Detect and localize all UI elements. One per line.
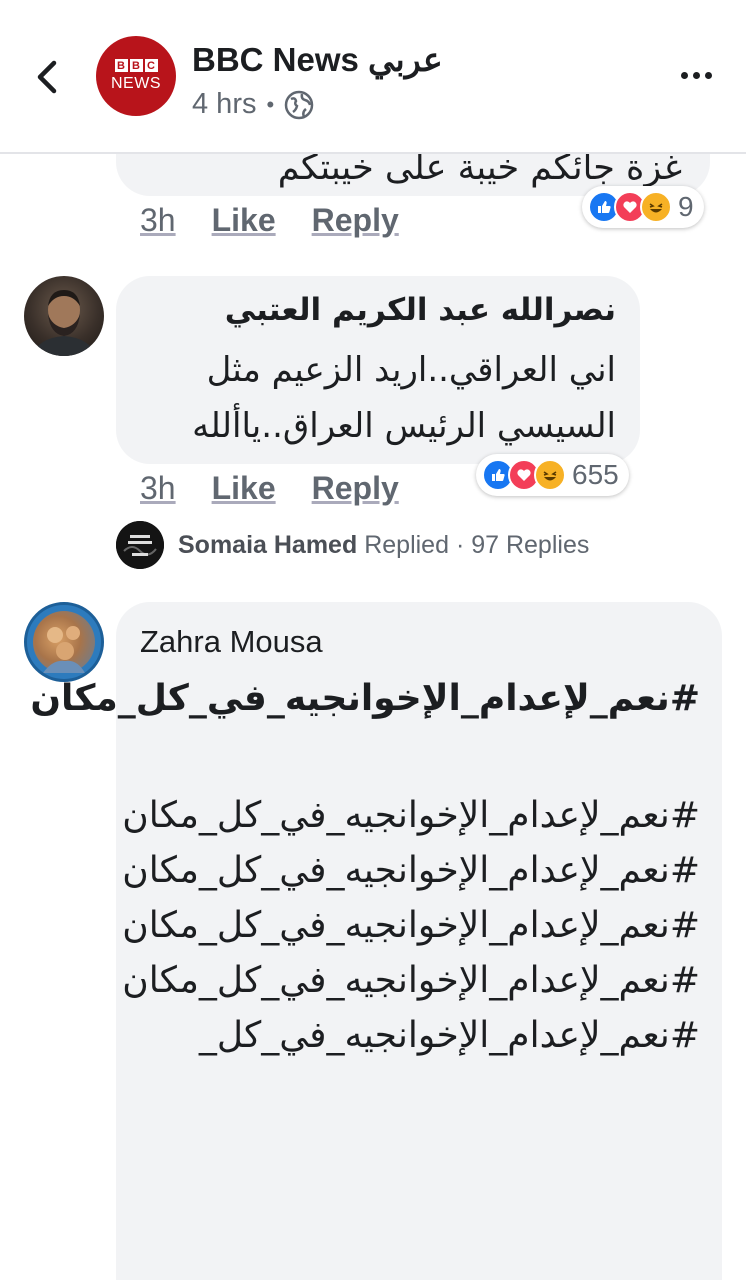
profile-photo (33, 611, 95, 673)
comment-bubble: نصرالله عبد الكريم العتبي اني العراقي..ا… (116, 276, 640, 464)
like-button[interactable]: Like (212, 202, 276, 239)
chevron-left-icon (37, 60, 57, 94)
comment-hashtag-bold[interactable]: #نعم_لإعدام_الإخوانجيه_في_كل_مكان (30, 670, 700, 728)
more-options-button[interactable] (676, 60, 716, 90)
haha-reaction-icon (534, 459, 566, 491)
more-dot-icon (692, 71, 700, 79)
replier-name: Somaia Hamed (178, 530, 358, 559)
more-dot-icon (704, 71, 712, 79)
comment-text: #نعم_لإعدام_الإخوانجيه_في_كل_مكان #نعم_ل… (122, 795, 700, 1056)
replier-photo-icon (116, 521, 164, 569)
comment-text: اني العراقي..اريد الزعيم مثل السيسي الرئ… (192, 350, 616, 446)
replier-avatar (116, 521, 164, 569)
replied-label: Replied (364, 530, 449, 559)
children-photo-icon (43, 626, 85, 673)
bbc-logo: BBC (114, 59, 158, 72)
more-dot-icon (680, 71, 688, 79)
page-title[interactable]: BBC News عربي (192, 40, 443, 79)
replies-count: 97 Replies (471, 530, 590, 559)
comment-text: غزة جائكم خيبة على خيبتكم (277, 148, 682, 188)
avatar-news-text: NEWS (111, 75, 161, 92)
comment-author[interactable]: نصرالله عبد الكريم العتبي (225, 292, 616, 328)
post-time[interactable]: 4 hrs (192, 88, 256, 121)
replies-separator: · (455, 530, 472, 559)
like-button[interactable]: Like (212, 470, 276, 507)
comment-actions: 3h Like Reply (140, 470, 399, 507)
comment-author[interactable]: Zahra Mousa (140, 624, 323, 660)
post-meta: 4 hrs • (192, 88, 314, 121)
back-button[interactable] (22, 50, 72, 104)
globe-icon (284, 90, 314, 119)
reply-button[interactable]: Reply (312, 470, 399, 507)
person-photo-icon (32, 290, 96, 356)
comment-time[interactable]: 3h (140, 202, 176, 239)
comment-actions: 3h Like Reply (140, 202, 399, 239)
comment-bubble: Zahra Mousa #نعم_لإعدام_الإخوانجيه_في_كل… (30, 602, 722, 1280)
meta-separator: • (266, 91, 275, 117)
reaction-count: 9 (678, 191, 694, 222)
view-replies-link[interactable]: Somaia Hamed Replied · 97 Replies (116, 520, 589, 570)
haha-reaction-icon (640, 191, 672, 223)
reactions-summary[interactable]: 655 (476, 454, 629, 496)
commenter-avatar[interactable] (24, 276, 104, 356)
page-avatar[interactable]: BBC NEWS (96, 36, 176, 116)
reaction-count: 655 (572, 459, 619, 490)
reply-button[interactable]: Reply (312, 202, 399, 239)
reactions-summary[interactable]: 9 (582, 186, 704, 228)
comment-time[interactable]: 3h (140, 470, 176, 507)
post-header: BBC NEWS BBC News عربي 4 hrs • (0, 0, 746, 154)
